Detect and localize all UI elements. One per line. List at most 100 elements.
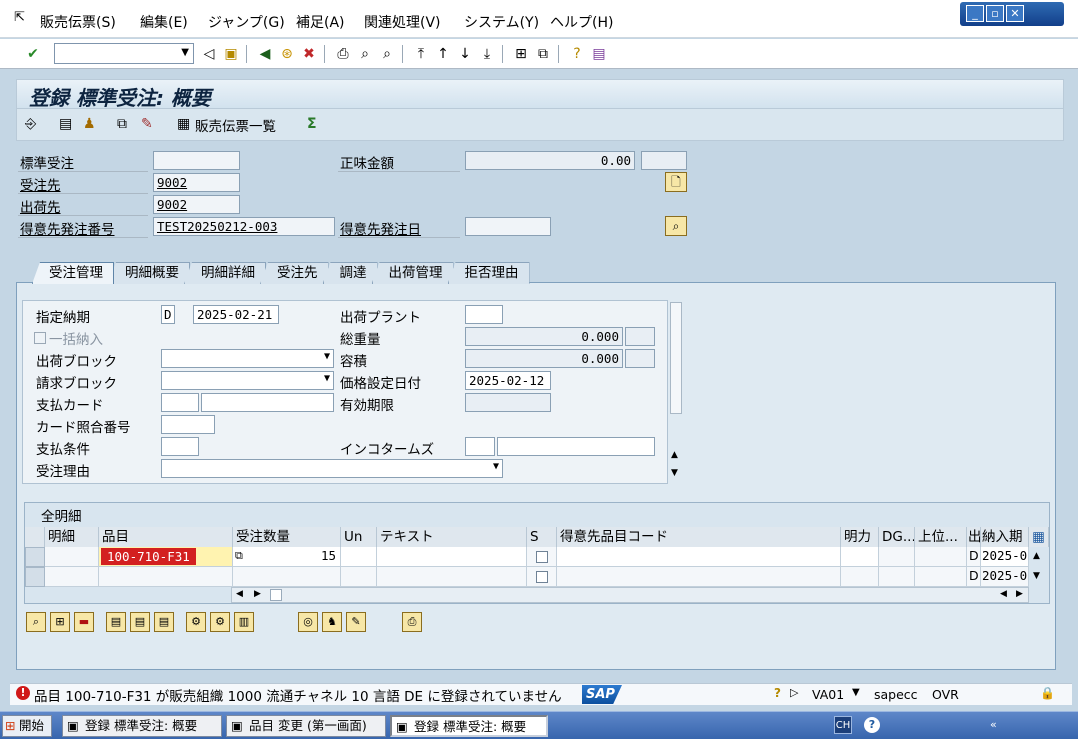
configuration-button[interactable]: ◎ (298, 612, 318, 632)
help-icon[interactable]: ? (568, 45, 586, 63)
chevron-down-icon[interactable]: ▼ (324, 351, 330, 362)
pricing-date-field[interactable]: 2025-02-12 (465, 371, 551, 390)
scroll-left-icon[interactable]: ◀ (236, 589, 243, 599)
tab-ordering-party[interactable]: 受注先 (260, 262, 329, 284)
next-page-icon[interactable]: ↓ (456, 45, 474, 63)
scroll-right-icon[interactable]: ▶ (254, 589, 261, 599)
prev-page-icon[interactable]: ↑ (434, 45, 452, 63)
qty-cell[interactable] (233, 567, 341, 587)
table-hscrollbar[interactable]: ◀ ▶ ◀ ▶ (231, 587, 1029, 603)
item-conditions-button[interactable]: ⚙ (186, 612, 206, 632)
po-date-label[interactable]: 得意先発注日 (340, 218, 421, 238)
deselect-all-button[interactable]: ▤ (154, 612, 174, 632)
plant-field[interactable] (465, 305, 503, 324)
payment-terms-field[interactable] (161, 437, 199, 456)
maximize-button[interactable]: ▫ (986, 5, 1004, 22)
s-checkbox[interactable] (536, 571, 548, 583)
billing-block-select[interactable]: ▼ (161, 371, 334, 390)
menu-edit[interactable]: 編集(E) (140, 12, 188, 32)
table-cell[interactable] (45, 547, 99, 567)
card-verif-field[interactable] (161, 415, 215, 434)
new-session-icon[interactable]: ⊞ (512, 45, 530, 63)
item-cat-cell[interactable] (841, 547, 879, 567)
exit-icon[interactable]: ⊛ (278, 45, 296, 63)
chevron-down-icon[interactable]: ▼ (493, 461, 499, 472)
doc-flow-icon[interactable]: ▦ (177, 116, 190, 132)
scroll-thumb[interactable] (270, 589, 282, 601)
item-schedule-button[interactable]: ⚙ (210, 612, 230, 632)
delivery-date-cell[interactable]: 2025-0 (981, 547, 1029, 567)
select-all-button[interactable]: ▤ (106, 612, 126, 632)
command-field[interactable]: ▼ (54, 43, 194, 64)
close-window-button[interactable]: ✕ (1006, 5, 1024, 22)
taskbar-item[interactable]: ▣ 登録 標準受注: 概要 (62, 715, 222, 737)
sum-icon[interactable]: Σ (307, 116, 317, 132)
taskbar-item-active[interactable]: ▣ 登録 標準受注: 概要 (390, 715, 548, 737)
row-selector[interactable] (25, 567, 45, 587)
select-all-header[interactable] (25, 527, 45, 547)
table-cell[interactable] (45, 567, 99, 587)
req-date-type-field[interactable]: D (161, 305, 175, 324)
col-customer-material[interactable]: 得意先品目コード (557, 527, 841, 547)
col-text[interactable]: テキスト (377, 527, 527, 547)
col-delivery-date[interactable]: 納入期 (981, 527, 1029, 547)
enter-check-icon[interactable]: ✔ (24, 45, 42, 63)
table-scroll-down-icon[interactable]: ▼ (1033, 571, 1040, 581)
po-number-label[interactable]: 得意先発注番号 (20, 218, 115, 238)
col-material[interactable]: 品目 (99, 527, 233, 547)
tab-procurement[interactable]: 調達 (322, 262, 378, 284)
unit-cell[interactable] (341, 547, 377, 567)
incoterms-location-field[interactable] (497, 437, 655, 456)
billing-icon[interactable]: ✎ (141, 116, 153, 132)
insert-row-button[interactable]: ⊞ (50, 612, 70, 632)
first-page-icon[interactable]: ⤒ (412, 45, 430, 63)
chevron-down-icon[interactable]: ▼ (852, 687, 860, 698)
tab-shipping[interactable]: 出荷管理 (371, 262, 454, 284)
chevron-down-icon[interactable]: ▼ (324, 373, 330, 384)
menu-sales-doc[interactable]: 販売伝票(S) (40, 12, 116, 32)
payment-card-number-field[interactable] (201, 393, 334, 412)
cancel-icon[interactable]: ✖ (300, 45, 318, 63)
qty-cell[interactable]: 15 (233, 547, 341, 567)
display-details-button[interactable]: ⌕ (665, 216, 687, 236)
start-button[interactable]: ⊞ 開始 (2, 715, 52, 737)
shipto-label[interactable]: 出荷先 (20, 196, 61, 216)
save-icon[interactable]: ▣ (222, 45, 240, 63)
partner-button[interactable]: ♞ (322, 612, 342, 632)
partner-icon[interactable]: ♟ (83, 116, 96, 132)
scroll-right-icon[interactable]: ▶ (1016, 589, 1023, 599)
status-expand-icon[interactable]: ▷ (790, 686, 798, 699)
menu-help[interactable]: ヘルプ(H) (550, 12, 613, 32)
menu-extras[interactable]: 補足(A) (296, 12, 345, 32)
delete-row-button[interactable]: ▬ (74, 612, 94, 632)
tab-sales[interactable]: 受注管理 (32, 262, 114, 284)
last-page-icon[interactable]: ⤓ (478, 45, 496, 63)
menu-jump[interactable]: ジャンプ(G) (208, 12, 285, 32)
incoterms-field[interactable] (465, 437, 495, 456)
shipto-field[interactable]: 9002 (153, 195, 240, 214)
order-number-field[interactable] (153, 151, 240, 170)
menu-environment[interactable]: 関連処理(V) (364, 12, 441, 32)
text-cell[interactable] (377, 567, 527, 587)
scroll-left-icon[interactable]: ◀ (1000, 589, 1007, 599)
doc-flow-button[interactable]: 販売伝票一覧 (195, 115, 276, 135)
ime-help-icon[interactable]: ? (864, 717, 880, 733)
col-higher-item[interactable]: 上位... (915, 527, 967, 547)
cust-material-cell[interactable] (557, 547, 841, 567)
print-preview-button[interactable]: ⎙ (402, 612, 422, 632)
taskbar-item[interactable]: ▣ 品目 変更 (第一画面) (226, 715, 386, 737)
tab-rejection-reason[interactable]: 拒否理由 (447, 262, 530, 284)
select-block-button[interactable]: ▤ (130, 612, 150, 632)
po-number-field[interactable]: TEST20250212-003 (153, 217, 335, 236)
delivery-block-select[interactable]: ▼ (161, 349, 334, 368)
scroll-down-icon[interactable]: ▼ (671, 468, 678, 478)
col-order-qty[interactable]: 受注数量 (233, 527, 341, 547)
scroll-thumb[interactable] (670, 302, 682, 414)
s-checkbox[interactable] (536, 551, 548, 563)
material-cell[interactable]: 100-710-F31 (99, 547, 233, 567)
print-icon[interactable]: ⎙ (334, 45, 352, 63)
help-icon[interactable]: ? (774, 686, 781, 700)
unit-cell[interactable] (341, 567, 377, 587)
col-unit[interactable]: Un (341, 527, 377, 547)
material-cell[interactable] (99, 567, 233, 587)
